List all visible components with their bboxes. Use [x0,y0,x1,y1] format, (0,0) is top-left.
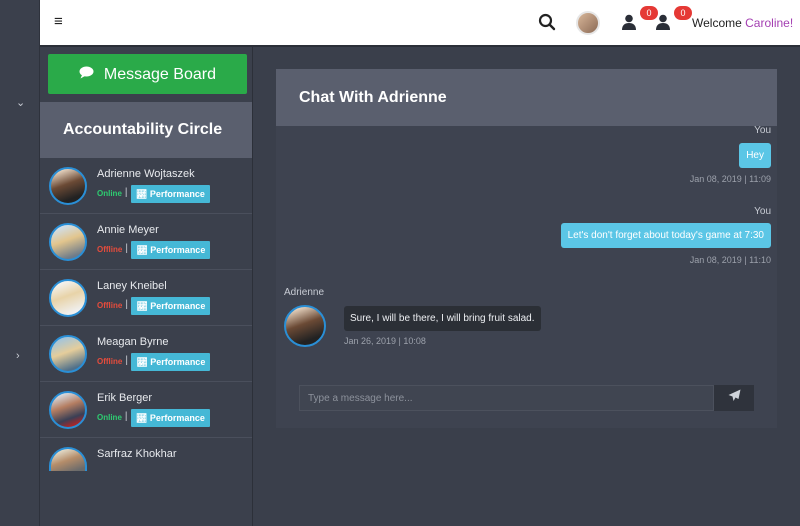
contact-name: Sarfraz Khokhar [97,448,177,460]
chevron-right-icon[interactable]: › [16,350,20,362]
chat-title: Chat With Adrienne [276,69,777,126]
separator: | [125,355,128,366]
contact-item[interactable]: Adrienne Wojtaszek Online | 📈︎ Performan… [40,158,252,214]
message-board-label: Message Board [103,66,216,83]
user-icon[interactable] [622,14,636,35]
contacts-panel: Message Board Accountability Circle Adri… [40,47,253,526]
separator: | [125,243,128,254]
send-button[interactable] [714,385,754,411]
hamburger-icon[interactable]: ≡ [54,13,63,30]
contact-status: Offline [97,245,123,254]
separator: | [125,299,128,310]
performance-button[interactable]: 📈︎ Performance [131,241,211,259]
message-board-button[interactable]: Message Board [48,54,247,94]
contact-avatar [49,223,87,261]
contact-name: Erik Berger [97,392,153,404]
performance-button[interactable]: 📈︎ Performance [130,409,210,427]
message-sender: Adrienne [284,287,325,298]
contact-name: Annie Meyer [97,224,159,236]
message-composer [299,385,754,411]
accountability-circle-title: Accountability Circle [40,102,252,158]
notification-badge: 0 [674,6,692,20]
contact-status: Offline [97,301,123,310]
message-sender: You [754,206,771,217]
welcome-username[interactable]: Caroline! [745,16,793,30]
contact-status: Offline [97,357,123,366]
contact-name: Meagan Byrne [97,336,169,348]
top-bar: ≡ 0 0 Welcome Caroline! [40,0,800,47]
message-bubble-outgoing: Let's don't forget about today's game at… [560,223,771,248]
contact-item[interactable]: Annie Meyer Offline | 📈︎ Performance [40,214,252,270]
chart-line-icon: 📈︎ [135,413,148,423]
message-input[interactable] [299,385,714,411]
performance-button[interactable]: 📈︎ Performance [131,297,211,315]
contact-avatar [49,447,87,471]
contact-avatar [49,167,87,205]
message-timestamp: Jan 26, 2019 | 10:08 [344,336,426,346]
contact-status: Online [97,189,122,198]
message-sender: You [754,125,771,136]
contact-avatar [49,335,87,373]
contact-item[interactable]: Meagan Byrne Offline | 📈︎ Performance [40,326,252,382]
separator: | [124,411,128,422]
avatar [284,305,326,347]
chart-line-icon: 📈︎ [135,189,148,199]
contact-item[interactable]: Erik Berger Online | 📈︎ Performance [40,382,252,438]
contact-avatar [49,279,87,317]
chevron-down-icon[interactable]: ⌄ [16,96,25,109]
contact-name: Adrienne Wojtaszek [97,168,195,180]
chart-line-icon: 📈︎ [136,245,148,255]
comments-icon [79,66,98,82]
message-bubble-incoming: Sure, I will be there, I will bring frui… [344,306,541,331]
welcome-prefix: Welcome [692,16,742,30]
contact-status: Online [97,413,122,422]
contact-item[interactable]: Laney Kneibel Offline | 📈︎ Performance [40,270,252,326]
contact-item[interactable]: Sarfraz Khokhar [40,438,252,494]
performance-button[interactable]: 📈︎ Performance [130,185,210,203]
contact-name: Laney Kneibel [97,280,167,292]
performance-button[interactable]: 📈︎ Performance [131,353,211,371]
user-icon[interactable] [656,14,670,35]
separator: | [124,187,128,198]
search-icon[interactable] [538,13,556,36]
message-bubble-outgoing: Hey [739,143,771,168]
welcome-text: Welcome Caroline! [692,16,793,30]
chart-line-icon: 📈︎ [136,301,148,311]
message-timestamp: Jan 08, 2019 | 11:09 [689,174,771,184]
paper-plane-icon [728,389,741,407]
chart-line-icon: 📈︎ [136,357,148,367]
left-rail: ⌄ › [0,0,40,526]
message-timestamp: Jan 08, 2019 | 11:10 [689,255,771,265]
avatar[interactable] [576,11,600,35]
contact-avatar [49,391,87,429]
chat-panel: Chat With Adrienne You Hey Jan 08, 2019 … [276,69,777,428]
